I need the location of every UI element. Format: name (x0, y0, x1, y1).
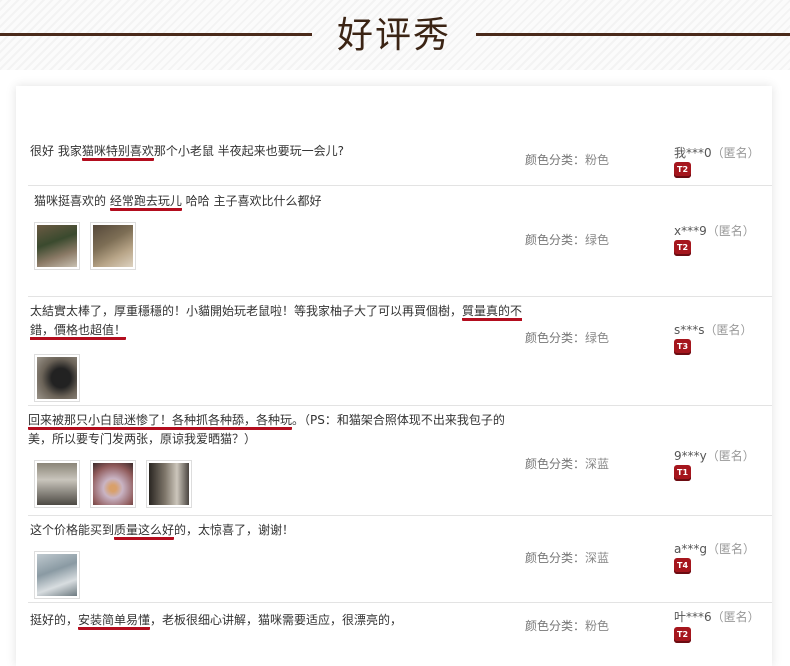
review-highlight: 经常跑去玩儿 (109, 194, 182, 211)
sku-info: 颜色分类：粉色 (525, 151, 609, 168)
review-photo[interactable] (34, 460, 80, 508)
review-text-part: 这个价格能买到 (30, 523, 115, 537)
review-highlight: 猫咪特别喜欢 (81, 144, 154, 161)
sku-info: 颜色分类：深蓝 (525, 549, 609, 566)
anonymous-tag: （匿名） (704, 323, 753, 337)
review-row: 猫咪挺喜欢的 经常跑去玩儿 哈哈 主子喜欢比什么都好 颜色分类：绿色 x***9… (28, 186, 772, 297)
sku-value: 粉色 (585, 153, 610, 167)
level-badge-icon: T2 (674, 162, 691, 178)
review-text: 挺好的，安装简单易懂，老板很细心讲解，猫咪需要适应，很漂亮的， (30, 611, 524, 630)
review-text: 太結實太棒了，厚重穩穩的！小貓開始玩老鼠啦！等我家柚子大了可以再買個樹，質量真的… (30, 302, 524, 340)
review-photo[interactable] (146, 460, 192, 508)
review-text-part: 猫咪挺喜欢的 (34, 194, 110, 208)
sku-label: 颜色分类： (525, 619, 586, 633)
reviewer-id: s***s (674, 323, 705, 337)
sku-value: 深蓝 (585, 457, 610, 471)
review-highlight: 安装简单易懂 (78, 613, 151, 630)
review-photo[interactable] (90, 460, 136, 508)
level-badge-icon: T2 (674, 627, 691, 643)
review-images (34, 460, 202, 508)
level-badge-icon: T1 (674, 465, 691, 481)
anonymous-tag: （匿名） (706, 542, 755, 556)
review-text: 猫咪挺喜欢的 经常跑去玩儿 哈哈 主子喜欢比什么都好 (34, 192, 528, 211)
header-divider-right (476, 33, 790, 36)
sku-info: 颜色分类：绿色 (525, 329, 609, 346)
review-text: 这个价格能买到质量这么好的，太惊喜了，谢谢！ (30, 521, 524, 540)
sku-value: 深蓝 (585, 551, 610, 565)
reviewer-id: 9***y (674, 449, 707, 463)
level-badge-icon: T2 (674, 240, 691, 256)
review-row: 回来被那只小白鼠迷惨了！各种抓各种舔，各种玩。（PS：和猫架合照体现不出来我包子… (28, 406, 772, 516)
level-badge-icon: T3 (674, 339, 691, 355)
reviewer-name: a***g（匿名） (674, 540, 755, 557)
review-images (34, 222, 146, 270)
sku-value: 绿色 (585, 331, 610, 345)
review-text: 很好 我家猫咪特别喜欢那个小老鼠 半夜起来也要玩一会儿? (30, 142, 524, 161)
reviewer-name: s***s（匿名） (674, 321, 753, 338)
sku-info: 颜色分类：绿色 (525, 231, 609, 248)
anonymous-tag: （匿名） (706, 449, 755, 463)
reviewer-name: 叶***6（匿名） (674, 608, 760, 625)
sku-label: 颜色分类： (525, 233, 586, 247)
review-text-part: 那个小老鼠 半夜起来也要玩一会儿? (153, 144, 345, 158)
sku-label: 颜色分类： (525, 331, 586, 345)
review-photo[interactable] (34, 222, 80, 270)
review-row: 这个价格能买到质量这么好的，太惊喜了，谢谢！ 颜色分类：深蓝 a***g（匿名）… (28, 516, 772, 603)
anonymous-tag: （匿名） (711, 146, 760, 160)
reviewer-id: 叶***6 (674, 610, 712, 624)
page-title: 好评秀 (336, 15, 451, 56)
reviewer-name: 9***y（匿名） (674, 447, 755, 464)
review-text-part: 太結實太棒了，厚重穩穩的！小貓開始玩老鼠啦！等我家柚子大了可以再買個樹， (30, 304, 463, 318)
level-badge-icon: T4 (674, 558, 691, 574)
review-text-part: ，老板很细心讲解，猫咪需要适应，很漂亮的， (150, 613, 403, 627)
review-text-part: 的，太惊喜了，谢谢！ (174, 523, 295, 537)
reviewer-id: 我***0 (674, 146, 712, 160)
review-highlight: 回来被那只小白鼠迷惨了！各种抓各种舔，各种玩 (28, 413, 293, 430)
review-text: 回来被那只小白鼠迷惨了！各种抓各种舔，各种玩。（PS：和猫架合照体现不出来我包子… (28, 411, 522, 449)
sku-label: 颜色分类： (525, 457, 586, 471)
header-divider-left (0, 33, 312, 36)
anonymous-tag: （匿名） (706, 224, 755, 238)
review-text-part: 挺好的， (30, 613, 79, 627)
sku-label: 颜色分类： (525, 153, 586, 167)
review-row: 挺好的，安装简单易懂，老板很细心讲解，猫咪需要适应，很漂亮的， 颜色分类：粉色 … (28, 603, 772, 666)
review-row: 很好 我家猫咪特别喜欢那个小老鼠 半夜起来也要玩一会儿? 颜色分类：粉色 我**… (28, 126, 772, 186)
reviewer-name: x***9（匿名） (674, 222, 755, 239)
review-row: 太結實太棒了，厚重穩穩的！小貓開始玩老鼠啦！等我家柚子大了可以再買個樹，質量真的… (28, 297, 772, 406)
sku-info: 颜色分类：深蓝 (525, 455, 609, 472)
review-photo[interactable] (34, 354, 80, 402)
reviews-panel: 很好 我家猫咪特别喜欢那个小老鼠 半夜起来也要玩一会儿? 颜色分类：粉色 我**… (16, 86, 772, 666)
reviewer-id: x***9 (674, 224, 707, 238)
sku-value: 绿色 (585, 233, 610, 247)
review-highlight: 质量这么好 (114, 523, 175, 540)
sku-label: 颜色分类： (525, 551, 586, 565)
header-banner: 好评秀 (0, 0, 790, 70)
review-photo[interactable] (90, 222, 136, 270)
review-images (34, 551, 90, 599)
reviewer-id: a***g (674, 542, 707, 556)
review-text-part: 哈哈 主子喜欢比什么都好 (181, 194, 322, 208)
anonymous-tag: （匿名） (711, 610, 760, 624)
sku-info: 颜色分类：粉色 (525, 617, 609, 634)
review-photo[interactable] (34, 551, 80, 599)
reviewer-name: 我***0（匿名） (674, 144, 760, 161)
review-text-part: 很好 我家 (30, 144, 82, 158)
sku-value: 粉色 (585, 619, 610, 633)
review-images (34, 354, 90, 402)
